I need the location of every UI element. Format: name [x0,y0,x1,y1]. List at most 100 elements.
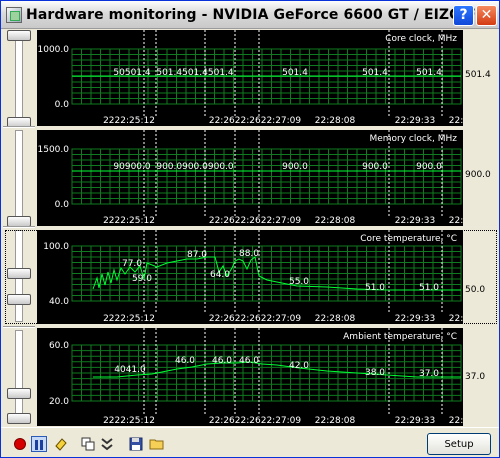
value-label: 64.0 [210,270,230,280]
copy-button[interactable] [80,436,96,452]
slider-handle[interactable] [7,294,31,305]
value-label: 46.0 [175,356,195,366]
time-label: 22:29:33 [395,116,435,126]
title-bar[interactable]: Hardware monitoring - NVIDIA GeForce 660… [1,1,499,29]
value-label: 55.0 [289,277,309,287]
record-button[interactable] [12,436,28,452]
y-min-label: 20.0 [49,397,69,407]
slider-handle[interactable] [7,388,31,399]
time-label: 22:29:33 [395,216,435,226]
panel-separator [3,226,35,228]
time-label: 22:30:32 [449,216,463,226]
clear-button[interactable] [53,436,69,452]
pause-button[interactable] [31,436,47,452]
time-label: 22:2622:2622:27:09 [209,116,302,126]
y-max-label: 100.0 [43,242,69,252]
ambient-temperature-current-value: 37.0 [465,372,486,382]
value-label: 59.0 [132,274,152,284]
panel-separator [3,126,35,128]
value-label: 37.0 [419,369,439,379]
window-title: Hardware monitoring - NVIDIA GeForce 660… [26,7,496,23]
value-label: 501.4 [282,68,308,78]
slider-track[interactable] [15,30,23,122]
ambient-temperature-graph[interactable]: Ambient temperature, °C 60.0 20.0 4041.0 46.… [37,328,463,426]
value-label: 87.0 [187,250,207,260]
time-label: 2222:25:12 [103,314,155,324]
floppy-disk-icon [129,437,143,451]
value-label: 501.4 [362,68,388,78]
y-max-label: 1500.0 [38,145,70,155]
time-label: 22:28:08 [315,116,356,126]
app-icon [6,7,22,23]
value-label: 900.0900.0900.0 [156,162,234,172]
core-clock-plot: Core clock, MHz1000.00.050501.4 501.4501.… [38,30,463,126]
time-label: 22:2622:2622:27:09 [209,416,302,426]
pause-icon [35,440,43,450]
copy-icon [81,437,95,451]
graph-title: Core clock, MHz [385,34,457,44]
value-label: 46.0 [212,356,232,366]
time-label: 22:30:32 [449,416,463,426]
y-min-label: 0.0 [55,100,70,110]
time-label: 22:30:32 [449,314,463,324]
time-label: 22:28:08 [315,314,356,324]
graph-title: Core temperature, °C [360,234,457,244]
value-label: 900.0 [362,162,388,172]
value-label: 4041.0 [114,365,146,375]
value-label: 90900.0 [113,162,150,172]
value-label: 46.0 [239,356,259,366]
hardware-monitoring-window: Hardware monitoring - NVIDIA GeForce 660… [0,0,500,458]
y-max-label: 1000.0 [38,45,70,55]
y-min-label: 0.0 [55,200,70,210]
memory-clock-current-value: 900.0 [465,170,491,180]
slider-track[interactable] [15,130,23,222]
core-clock-graph[interactable]: Core clock, MHz 1000.0 0.0 50501.4 501.4501.… [37,30,463,126]
y-min-label: 40.0 [49,297,69,307]
core-temperature-graph[interactable]: Core temperature, °C 100.0 40.0 77.0 59.0 87.… [37,230,463,324]
time-label: 22:2622:2622:27:09 [209,314,302,324]
time-label: 2222:25:12 [103,116,155,126]
value-label: 900.0 [416,162,442,172]
core-temperature-plot: Core temperature, °C 100.0 40.0 77.0 59.0 87.… [43,230,463,324]
eraser-icon [55,438,67,451]
bottom-toolbar: Setup [1,427,499,457]
record-icon [14,438,26,450]
memory-clock-graph[interactable]: Memory clock, MHz 1500.0 0.0 90900.0 900.090… [37,130,463,226]
graph-title: Memory clock, MHz [369,134,457,144]
y-max-label: 60.0 [49,341,69,351]
panel-separator [3,326,35,328]
time-label: 2222:25:12 [103,416,155,426]
slider-handle[interactable] [7,413,31,424]
core-temperature-current-value: 50.0 [465,285,486,295]
close-button[interactable]: ✕ [476,5,497,26]
value-label: 51.0 [365,283,385,293]
help-button[interactable]: ? [453,5,474,26]
save-button[interactable] [128,436,144,452]
time-label: 22:28:08 [315,416,356,426]
slider-track[interactable] [15,330,23,424]
slider-handle[interactable] [7,30,31,41]
time-label: 22:30:32 [449,116,463,126]
value-label: 51.0 [419,283,439,293]
time-label: 2222:25:12 [103,216,155,226]
memory-clock-plot: Memory clock, MHz1500.00.090900.0 900.090… [38,130,463,226]
core-clock-current-value: 501.4 [465,70,491,80]
value-label: 77.0 [122,259,142,269]
time-label: 22:29:33 [395,416,435,426]
graph-title: Ambient temperature, °C [343,332,457,342]
value-label: 900.0 [282,162,308,172]
value-label: 501.4501.4501.4 [156,68,234,78]
folder-icon [149,439,164,450]
graph-height-sliders [3,30,35,426]
value-label: 38.0 [365,368,385,378]
double-chevron-down-icon [101,438,113,451]
ambient-temperature-plot: Ambient temperature, °C 60.0 20.0 4041.0 46.… [49,328,463,426]
time-label: 22:29:33 [395,314,435,324]
slider-handle[interactable] [7,268,31,279]
time-label: 22:28:08 [315,216,356,226]
collapse-button[interactable] [99,436,115,452]
setup-button[interactable]: Setup [427,433,491,455]
time-label: 22:2622:2622:27:09 [209,216,302,226]
open-button[interactable] [149,436,165,452]
value-label: 501.4 [416,68,442,78]
